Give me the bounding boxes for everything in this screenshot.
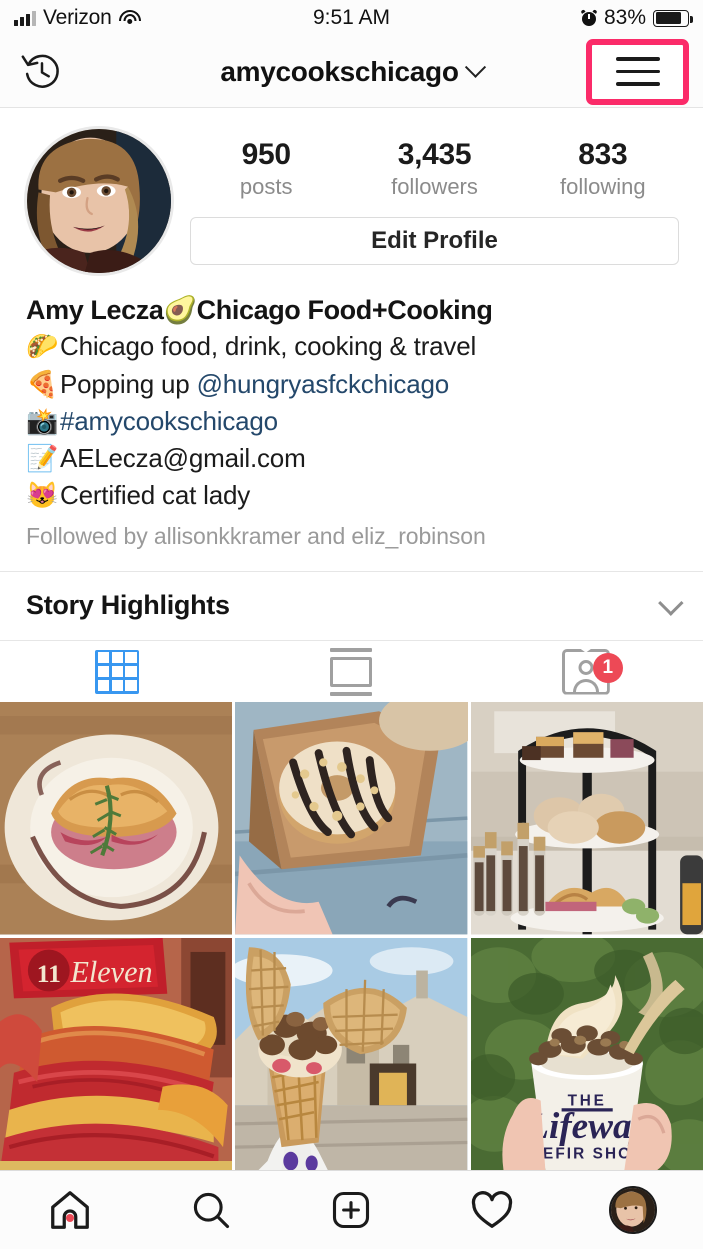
post-grid: 11 Eleven THE Lifeway KEFIR SHOP <box>0 702 703 1170</box>
story-highlights-title: Story Highlights <box>26 590 230 621</box>
edit-profile-button[interactable]: Edit Profile <box>190 217 679 265</box>
bio-line-1: 🌮Chicago food, drink, cooking & travel <box>26 328 677 365</box>
grid-post-3[interactable] <box>470 702 703 935</box>
bio-hashtag-link[interactable]: #amycookschicago <box>60 406 278 436</box>
profile-stats-section: 950 posts 3,435 followers 833 following … <box>182 126 687 276</box>
followed-by-label: Followed by allisonkkramer and eliz_robi… <box>26 523 486 550</box>
followers-label: followers <box>391 173 478 199</box>
profile-header: 950 posts 3,435 followers 833 following … <box>0 108 703 276</box>
bio-line-4: 📝AELecza@gmail.com <box>26 440 677 477</box>
svg-text:Eleven: Eleven <box>69 955 152 989</box>
nav-activity-button[interactable] <box>422 1187 563 1233</box>
followers-count: 3,435 <box>397 138 472 171</box>
username-label: amycookschicago <box>220 55 459 87</box>
avatar[interactable] <box>24 126 174 276</box>
profile-avatar-icon <box>608 1186 657 1234</box>
list-view-icon <box>330 647 373 696</box>
following-label: following <box>560 173 646 199</box>
plus-square-icon <box>333 1191 370 1229</box>
bio-line-2[interactable]: 🍕Popping up @hungryasfckchicago <box>26 366 677 403</box>
tagged-badge-count: 1 <box>592 652 623 683</box>
grid-post-6[interactable]: THE Lifeway KEFIR SHOP <box>470 937 703 1170</box>
display-name: Amy Lecza🥑Chicago Food+Cooking <box>26 295 493 325</box>
home-icon <box>51 1191 90 1229</box>
chevron-down-icon[interactable] <box>658 590 684 616</box>
tab-list-view[interactable] <box>234 641 468 703</box>
hamburger-menu-button[interactable] <box>586 38 689 105</box>
stat-followers[interactable]: 3,435 followers <box>350 138 518 200</box>
bio-text: Certified cat lady <box>60 480 251 511</box>
bio-text: Popping up <box>60 368 197 399</box>
grid-icon <box>95 649 140 694</box>
hamburger-menu-icon <box>615 57 660 86</box>
home-notification-dot <box>66 1214 75 1222</box>
tab-grid-view[interactable] <box>0 641 234 703</box>
grid-post-2[interactable] <box>235 702 468 935</box>
nav-profile-button[interactable] <box>562 1186 703 1234</box>
stat-following[interactable]: 833 following <box>519 138 687 200</box>
search-icon <box>193 1192 229 1229</box>
tab-tagged-photos[interactable]: 1 <box>469 641 703 703</box>
bio-emoji: 😻 <box>26 480 59 511</box>
avatar-container[interactable] <box>16 126 182 276</box>
heart-icon <box>471 1191 513 1228</box>
nav-search-button[interactable] <box>141 1188 282 1232</box>
grid-post-1[interactable] <box>0 702 233 935</box>
posts-count: 950 <box>241 138 291 171</box>
following-count: 833 <box>578 138 628 171</box>
edit-profile-label: Edit Profile <box>371 227 498 254</box>
nav-create-button[interactable] <box>281 1188 422 1232</box>
grid-post-4[interactable]: 11 Eleven <box>0 937 233 1170</box>
bio-section: Amy Lecza🥑Chicago Food+Cooking 🌮Chicago … <box>0 276 703 550</box>
story-highlights-section[interactable]: Story Highlights <box>0 572 703 640</box>
bio-text: Chicago food, drink, cooking & travel <box>60 331 477 362</box>
posts-label: posts <box>239 173 293 199</box>
bio-emoji: 🍕 <box>26 368 59 399</box>
bio-emoji: 📸 <box>26 405 59 436</box>
bio-lines: 🌮Chicago food, drink, cooking & travel 🍕P… <box>26 328 677 514</box>
bio-mention-link[interactable]: @hungryasfckchicago <box>197 369 450 399</box>
clock-history-icon[interactable] <box>14 44 70 100</box>
profile-tabs: 1 <box>0 639 703 703</box>
bio-text: AELecza@gmail.com <box>60 442 306 473</box>
bio-emoji: 📝 <box>26 442 59 473</box>
stats-row: 950 posts 3,435 followers 833 following <box>182 138 687 200</box>
stat-posts[interactable]: 950 posts <box>182 138 350 200</box>
nav-home-button[interactable] <box>0 1187 141 1233</box>
tagged-person-icon: 1 <box>561 648 623 695</box>
grid-post-5[interactable] <box>235 937 468 1170</box>
bottom-navigation-bar <box>0 1170 703 1249</box>
bio-line-3[interactable]: 📸#amycookschicago <box>26 403 677 440</box>
svg-text:11: 11 <box>37 959 61 988</box>
bio-emoji: 🌮 <box>26 331 59 362</box>
navigation-bar: amycookschicago <box>0 36 703 108</box>
battery-icon <box>653 9 693 27</box>
bio-line-5: 😻Certified cat lady <box>26 477 677 514</box>
alarm-clock-icon <box>580 9 598 26</box>
instagram-profile-screen: Verizon 9:51 AM 83% amycookschicago 950 … <box>0 0 703 1249</box>
status-bar: Verizon 9:51 AM 83% <box>0 0 703 36</box>
clock-label: 9:51 AM <box>312 6 391 29</box>
chevron-down-icon <box>464 56 486 78</box>
